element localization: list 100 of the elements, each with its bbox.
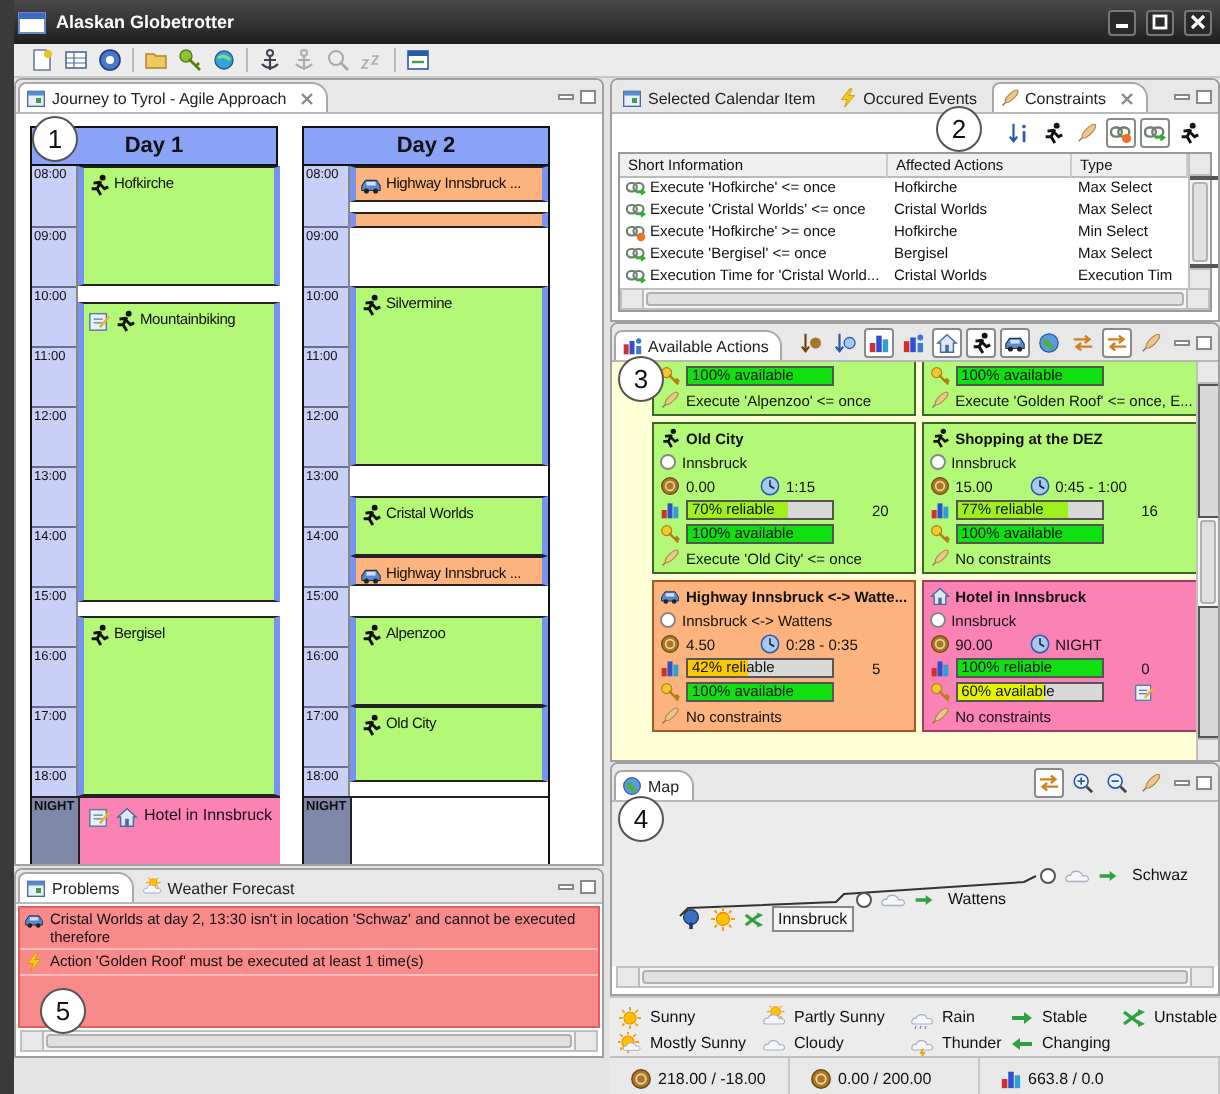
chart-person-icon — [622, 336, 642, 356]
sort-icon — [1008, 122, 1030, 144]
bar-chart-icon — [660, 658, 680, 678]
clock-icon — [760, 476, 780, 496]
tab[interactable]: Weather Forecast — [133, 872, 309, 902]
tab[interactable]: Occured Events — [829, 82, 992, 112]
anchor-icon[interactable] — [258, 48, 282, 72]
sun-cloud-icon — [762, 1005, 786, 1029]
lightning-icon — [24, 952, 44, 972]
clock-icon — [760, 634, 780, 654]
radio-button[interactable] — [660, 454, 676, 470]
map-node[interactable] — [856, 891, 872, 907]
close-button[interactable] — [1184, 9, 1212, 35]
calendar-icon — [26, 878, 46, 898]
horizontal-scrollbar[interactable] — [620, 288, 1210, 310]
crossed-arrows-icon — [1122, 1005, 1146, 1029]
bar-chart-icon — [929, 658, 950, 678]
feather-icon — [1140, 771, 1162, 793]
runner-icon — [1178, 122, 1200, 144]
vertical-scrollbar[interactable] — [1196, 362, 1218, 760]
runner-icon — [1042, 122, 1064, 144]
tab[interactable]: Map — [614, 770, 694, 800]
runner-icon — [360, 294, 382, 316]
tab[interactable]: Journey to Tyrol - Agile Approach — [18, 82, 329, 112]
toolbar-button[interactable] — [864, 327, 894, 357]
toolbar-button[interactable] — [1000, 327, 1030, 357]
coin-icon — [630, 1067, 652, 1089]
feather-icon — [660, 390, 680, 410]
zoom-out-icon — [1106, 771, 1128, 793]
coin-icon — [929, 634, 950, 654]
radio-button[interactable] — [929, 612, 946, 628]
globe-icon[interactable] — [212, 48, 236, 72]
legend-label: Rain — [942, 1008, 975, 1026]
coin-icon — [660, 634, 680, 654]
day-header: Day 2 — [304, 128, 548, 166]
clock-icon — [1029, 476, 1050, 496]
link-icon — [626, 177, 646, 197]
horizontal-scrollbar[interactable] — [20, 1030, 598, 1052]
runner-icon — [88, 174, 110, 196]
legend-label: Changing — [1042, 1034, 1111, 1052]
calendar-event[interactable]: Hotel in Innsbruck — [78, 796, 281, 864]
runner-icon — [929, 428, 950, 448]
table-icon[interactable] — [64, 48, 88, 72]
feather-icon — [929, 390, 950, 410]
tab[interactable]: Selected Calendar Item — [614, 82, 830, 112]
place-label[interactable]: Schwaz — [1126, 862, 1195, 888]
car-icon — [660, 586, 680, 606]
feather-icon — [660, 706, 680, 726]
app-icon — [18, 11, 46, 33]
new-file-icon[interactable] — [30, 48, 54, 72]
legend-label: Cloudy — [794, 1034, 844, 1052]
link-icon — [626, 243, 646, 263]
feather-icon — [929, 548, 950, 568]
link-icon — [626, 265, 646, 285]
sort-coin-icon — [800, 331, 822, 353]
place-label[interactable]: Innsbruck — [772, 906, 854, 932]
link-warning-icon — [1110, 122, 1132, 144]
legend-label: Mostly Sunny — [650, 1034, 747, 1052]
key-icon — [660, 682, 680, 702]
toolbar-button[interactable] — [1068, 767, 1098, 797]
runner-icon — [360, 504, 382, 526]
crossed-arrows-icon — [744, 909, 764, 929]
sun-cloud-icon — [141, 878, 162, 898]
globe-icon — [1038, 331, 1060, 353]
folder-icon[interactable] — [144, 48, 168, 72]
clock-icon — [1029, 634, 1050, 654]
help-icon[interactable] — [98, 48, 122, 72]
sun-icon — [618, 1005, 642, 1029]
runner-icon — [360, 714, 382, 736]
key-icon — [929, 524, 950, 544]
tab[interactable]: Problems — [18, 872, 134, 902]
bar-chart-icon — [1000, 1067, 1022, 1089]
feather-icon — [999, 88, 1020, 108]
link-warning-icon — [626, 221, 646, 241]
key-icon[interactable] — [178, 48, 202, 72]
radio-button[interactable] — [660, 612, 676, 628]
calendar-icon — [26, 88, 46, 108]
place-label[interactable]: Wattens — [942, 886, 1013, 912]
status-value: 663.8 / 0.0 — [1028, 1069, 1104, 1087]
map-node[interactable] — [1040, 867, 1056, 883]
runner-icon — [660, 428, 680, 448]
radio-button[interactable] — [929, 454, 946, 470]
horizontal-scrollbar[interactable] — [616, 966, 1214, 988]
toolbar-button[interactable] — [966, 327, 996, 357]
coin-icon — [660, 476, 680, 496]
bar-chart-icon — [929, 500, 950, 520]
event-title: Hotel in Innsbruck — [144, 806, 273, 824]
calendar-event[interactable] — [350, 211, 548, 227]
runner-icon — [114, 309, 136, 331]
window-icon[interactable] — [406, 48, 430, 72]
tab[interactable]: Constraints — [991, 82, 1148, 112]
toolbar-button[interactable] — [1102, 767, 1132, 797]
key-icon — [929, 366, 950, 386]
maximize-button[interactable] — [1146, 9, 1174, 35]
tab[interactable]: Available Actions — [614, 330, 783, 360]
legend-label: Stable — [1042, 1008, 1088, 1026]
minimize-button[interactable] — [1108, 9, 1136, 35]
lightning-icon — [837, 88, 858, 108]
key-icon — [660, 524, 680, 544]
runner-icon — [970, 331, 992, 353]
